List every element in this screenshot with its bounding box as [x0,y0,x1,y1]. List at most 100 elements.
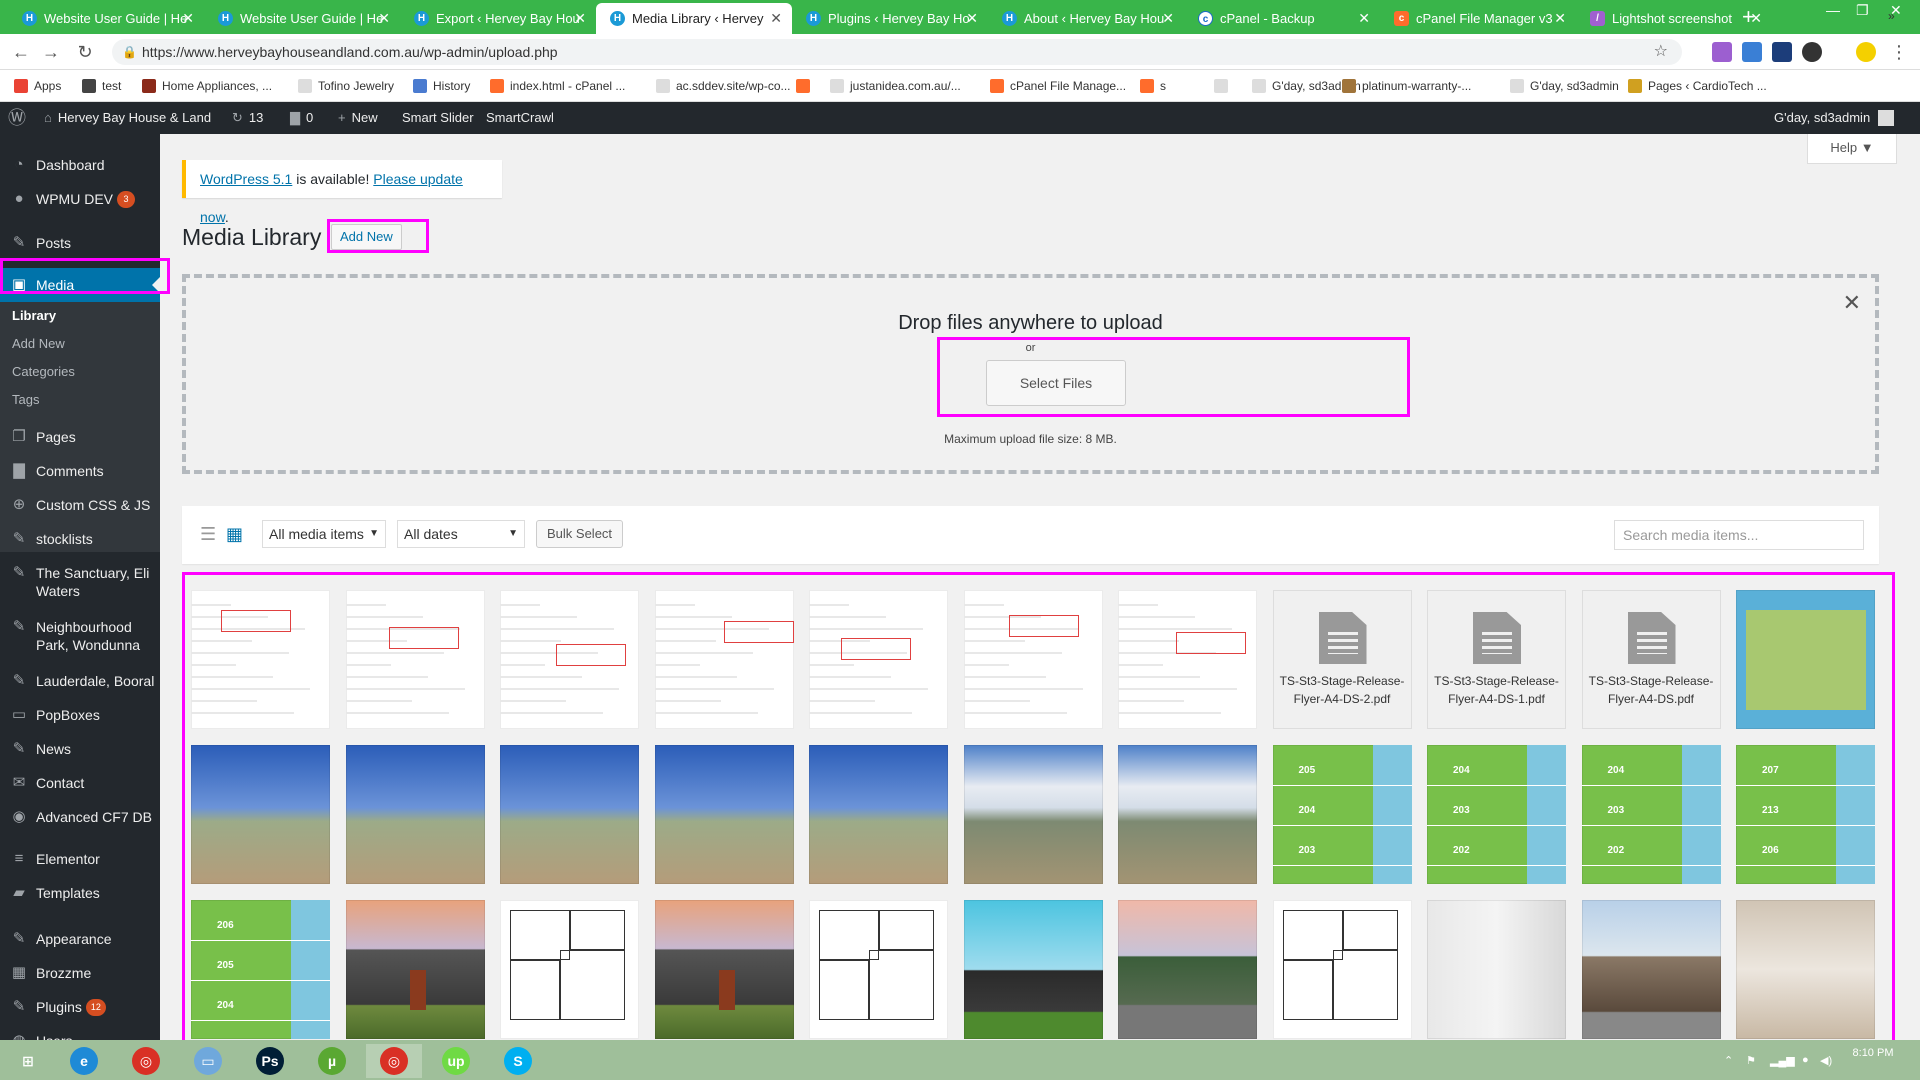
browser-tab[interactable]: c cPanel File Manager v3 ✕ [1380,3,1576,34]
site-name-link[interactable]: ⌂ Hervey Bay House & Land [44,102,211,134]
bulk-select-button[interactable]: Bulk Select [536,520,624,548]
taskbar-upwork[interactable]: up [428,1044,484,1078]
new-tab-button[interactable]: + [1742,5,1755,29]
sidebar-item-posts[interactable]: ✎ Posts [0,234,160,252]
sidebar-item-elementor[interactable]: ≡ Elementor [0,850,160,868]
media-attachment[interactable]: TS-St3-Stage-Release-Flyer-A4-DS-1.pdf [1427,590,1566,729]
bookmark-item[interactable]: index.html - cPanel ... [490,70,625,102]
browser-tab[interactable]: c cPanel - Backup ✕ [1184,3,1380,34]
bookmark-item[interactable]: ac.sddev.site/wp-co... [656,70,791,102]
bookmark-item[interactable]: History [413,70,470,102]
wordpress-version-link[interactable]: WordPress 5.1 [200,171,292,187]
sidebar-item-stocklists[interactable]: ✎ stocklists [0,530,160,548]
sidebar-item-advanced-cf7-db[interactable]: ◉ Advanced CF7 DB [0,808,160,826]
extension-icon[interactable] [1742,42,1762,62]
taskbar-utorrent[interactable]: µ [304,1044,360,1078]
tab-close-icon[interactable]: ✕ [770,3,782,34]
media-attachment[interactable] [654,745,794,884]
media-attachment[interactable] [654,590,794,729]
browser-tab[interactable]: H About ‹ Hervey Bay Hou ✕ [988,3,1184,34]
lightshot-extension-icon[interactable] [1712,42,1732,62]
sidebar-item-dashboard[interactable]: ◔ Dashboard [0,156,160,174]
search-media-input[interactable]: Search media items... [1614,520,1864,550]
media-attachment[interactable] [1736,900,1875,1039]
submenu-item-add-new[interactable]: Add New [0,336,160,351]
media-attachment[interactable] [500,745,639,884]
menu-kebab-icon[interactable]: ⋮ [1888,41,1910,63]
media-attachment[interactable] [1118,900,1257,1039]
profile-avatar[interactable] [1802,42,1822,62]
reload-icon[interactable]: ↻ [74,41,96,63]
media-attachment[interactable]: 205 204 203 [1272,745,1412,884]
media-attachment[interactable] [500,590,639,729]
bookmark-star-icon[interactable]: ☆ [1654,39,1668,65]
smart-slider-link[interactable]: Smart Slider [402,102,474,134]
media-attachment[interactable] [1427,900,1566,1039]
media-type-filter[interactable]: All media items ▼ [262,520,386,548]
sidebar-item-appearance[interactable]: ✎ Appearance [0,930,160,948]
tab-close-icon[interactable]: ✕ [1554,3,1566,34]
media-attachment[interactable] [191,590,330,729]
tray-volume-icon[interactable]: ◀) [1820,1054,1832,1067]
sidebar-item-templates[interactable]: ▰ Templates [0,884,160,902]
media-attachment[interactable] [963,900,1103,1039]
minimize-icon[interactable]: — [1826,2,1840,18]
taskbar-explorer[interactable]: ▭ [180,1044,236,1078]
close-icon[interactable]: ✕ [1843,290,1861,316]
sidebar-item-comments[interactable]: ▇ Comments [0,462,160,480]
taskbar-skype[interactable]: S [490,1044,546,1078]
media-attachment[interactable]: TS-St3-Stage-Release-Flyer-A4-DS.pdf [1581,590,1721,729]
browser-tab[interactable]: H Export ‹ Hervey Bay Hou ✕ [400,3,596,34]
media-attachment[interactable] [963,745,1103,884]
sidebar-item-the-sanctuary-eli-waters[interactable]: ✎ The Sanctuary, Eli Waters [0,564,160,600]
new-extension-icon[interactable] [1772,42,1792,62]
bookmark-item[interactable]: cPanel File Manage... [990,70,1126,102]
bookmark-item[interactable]: G'day, sd3admin [1510,70,1619,102]
submenu-item-library[interactable]: Library [0,308,160,323]
media-attachment[interactable] [191,745,330,884]
taskbar-start[interactable]: ⊞ [0,1044,56,1078]
restore-icon[interactable]: ❐ [1856,2,1869,19]
media-attachment[interactable] [654,900,794,1039]
sidebar-item-lauderdale-booral[interactable]: ✎ Lauderdale, Booral [0,672,160,690]
forward-icon[interactable]: → [40,41,62,63]
bookmark-item[interactable]: platinum-warranty-... [1342,70,1471,102]
submenu-item-tags[interactable]: Tags [0,392,160,407]
media-attachment[interactable] [963,590,1103,729]
bookmark-item[interactable]: Home Appliances, ... [142,70,272,102]
tab-close-icon[interactable]: ✕ [378,3,390,34]
media-attachment[interactable] [1118,745,1257,884]
sidebar-item-popboxes[interactable]: ▭ PopBoxes [0,706,160,724]
tray-network-icon[interactable]: ▂▄▆ [1770,1054,1795,1067]
media-attachment[interactable] [345,900,485,1039]
new-content-link[interactable]: + New [338,102,378,134]
tab-close-icon[interactable]: ✕ [574,3,586,34]
sidebar-item-news[interactable]: ✎ News [0,740,160,758]
media-attachment[interactable] [500,900,639,1039]
bookmark-item[interactable]: Pages ‹ CardioTech ... [1628,70,1767,102]
bookmark-item[interactable]: s [1140,70,1166,102]
browser-tab[interactable]: H Website User Guide | He ✕ [204,3,400,34]
media-attachment[interactable] [1736,590,1875,729]
grid-view-icon[interactable]: ▦ [226,525,244,543]
media-attachment[interactable] [809,590,948,729]
media-attachment[interactable] [1118,590,1257,729]
back-icon[interactable]: ← [10,41,32,63]
media-attachment[interactable]: 206 205 204 [191,900,330,1039]
media-attachment[interactable]: 207 213 206 [1736,745,1875,884]
browser-tab[interactable]: H Website User Guide | He ✕ [8,3,204,34]
media-attachment[interactable] [345,590,485,729]
wordpress-logo-icon[interactable]: Ⓦ [8,102,26,134]
bookmark-item[interactable] [1214,70,1234,102]
media-attachment[interactable] [1272,900,1412,1039]
sidebar-item-custom-css-js[interactable]: ⊕ Custom CSS & JS [0,496,160,514]
tray-upwork-icon[interactable]: ● [1802,1054,1809,1066]
norton-extension-icon[interactable] [1856,42,1876,62]
media-attachment[interactable] [345,745,485,884]
bookmark-item[interactable]: justanidea.com.au/... [830,70,961,102]
sidebar-item-contact[interactable]: ✉ Contact [0,774,160,792]
browser-tab[interactable]: H Plugins ‹ Hervey Bay Ho ✕ [792,3,988,34]
updates-link[interactable]: ↻ 13 [232,102,263,134]
date-filter[interactable]: All dates ▼ [397,520,525,548]
list-view-icon[interactable]: ☰ [200,525,218,543]
